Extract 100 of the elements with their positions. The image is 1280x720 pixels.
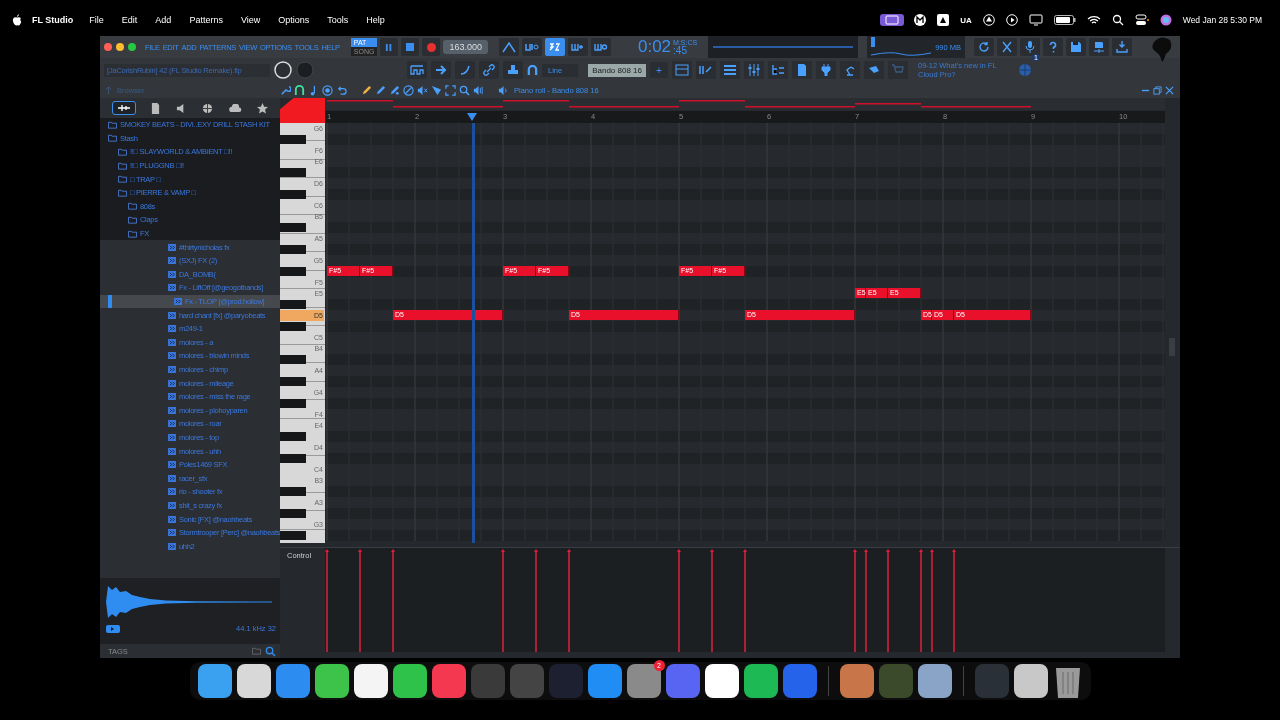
audio-file-icon	[168, 352, 176, 360]
menu-item[interactable]: File	[89, 15, 104, 25]
browser-tab[interactable]	[111, 101, 136, 115]
help-icon[interactable]	[1043, 38, 1064, 56]
note-color-swatch[interactable]	[280, 98, 325, 123]
pause-icon	[384, 42, 394, 52]
close-button[interactable]	[104, 43, 112, 51]
velocity-lane-drawing[interactable]	[325, 548, 1165, 652]
undo-icon[interactable]	[336, 84, 347, 96]
m-circle-icon[interactable]	[914, 14, 927, 26]
pattern-selector[interactable]: Bando 808 16	[588, 63, 646, 77]
link-icon[interactable]	[479, 61, 499, 79]
stop-button[interactable]	[401, 38, 420, 56]
cloud-icon[interactable]	[228, 103, 242, 113]
audio-file-icon	[168, 447, 176, 455]
audio-file-icon	[168, 393, 176, 401]
star-icon[interactable]	[257, 102, 269, 114]
channel-rack-icon[interactable]	[696, 61, 716, 79]
menu-item[interactable]: Patterns	[189, 15, 223, 25]
triangle-circle-icon[interactable]	[982, 14, 995, 26]
save-version-icon[interactable]	[1089, 38, 1110, 56]
minimize-button[interactable]	[116, 43, 124, 51]
apple-icon[interactable]	[12, 14, 22, 26]
zoom-button[interactable]	[128, 43, 136, 51]
audio-file-icon	[168, 488, 176, 496]
drive-icon[interactable]	[937, 14, 950, 26]
brush-icon[interactable]	[389, 84, 400, 96]
audio-file-icon	[168, 461, 176, 469]
restore-icon[interactable]	[1153, 85, 1162, 95]
screen-share-indicator[interactable]	[880, 14, 905, 26]
slide-icon[interactable]	[455, 61, 475, 79]
audio-file-icon	[168, 284, 176, 292]
wifi-icon[interactable]	[1086, 15, 1101, 25]
audio-file-icon	[174, 298, 182, 305]
play-button[interactable]	[380, 38, 399, 56]
playhead-marker[interactable]	[467, 113, 478, 121]
search-icon[interactable]	[1111, 14, 1124, 26]
app-name-menu[interactable]: FL Studio	[32, 15, 74, 25]
menu-item[interactable]: Options	[278, 15, 310, 25]
audio-file-icon	[168, 406, 176, 414]
audio-file-icon	[168, 433, 176, 441]
audio-file-icon	[168, 311, 176, 319]
audio-file-icon	[168, 338, 176, 346]
save-icon[interactable]	[1066, 38, 1087, 56]
menu-item[interactable]: View	[240, 15, 261, 25]
play-circle-icon[interactable]	[1005, 14, 1018, 26]
menu-item[interactable]: Edit	[121, 15, 138, 25]
export-icon[interactable]	[1112, 38, 1133, 56]
control-center-icon[interactable]	[1134, 14, 1149, 26]
cut-icon[interactable]	[997, 38, 1018, 56]
zoom-icon[interactable]	[459, 84, 470, 96]
pencil-icon[interactable]	[361, 84, 372, 96]
mute-icon[interactable]	[417, 84, 428, 96]
brush-icon[interactable]	[375, 84, 386, 96]
document-icon[interactable]	[792, 61, 812, 79]
tempo-display[interactable]: 163.000	[443, 40, 488, 54]
battery-icon[interactable]	[1053, 15, 1076, 25]
folder-tree-icon[interactable]	[768, 61, 788, 79]
keyboard-layout-indicator[interactable]: UA	[960, 15, 972, 25]
playlist-icon[interactable]	[407, 61, 427, 79]
wait-input-icon[interactable]	[521, 38, 542, 56]
arrow-right-icon[interactable]	[431, 61, 451, 79]
audio-file-icon	[168, 379, 176, 387]
speaker-icon[interactable]	[498, 84, 509, 96]
clock[interactable]: Wed Jan 28 5:30 PM	[1182, 15, 1262, 25]
countdown-icon[interactable]	[544, 38, 565, 56]
magnet-icon[interactable]	[527, 64, 538, 76]
menu-item[interactable]: Add	[155, 15, 172, 25]
metronome-icon[interactable]	[498, 38, 519, 56]
audio-file-icon	[168, 243, 176, 251]
audio-file-icon	[168, 325, 176, 333]
menu-item[interactable]: Tools	[327, 15, 349, 25]
audio-file-icon	[168, 529, 176, 537]
stamp-icon[interactable]	[503, 61, 523, 79]
play-icon[interactable]	[106, 624, 120, 633]
menu-item[interactable]: Help	[366, 15, 385, 25]
wrench-icon[interactable]	[280, 84, 291, 96]
refresh-icon[interactable]	[974, 38, 995, 56]
display-icon[interactable]	[1028, 14, 1043, 26]
microphone-icon[interactable]	[1020, 38, 1041, 56]
step-edit-icon[interactable]	[567, 38, 588, 56]
plug-icon[interactable]	[816, 61, 836, 79]
audio-file-icon	[168, 257, 176, 265]
prohibited-icon[interactable]	[403, 84, 414, 96]
record-button[interactable]	[422, 38, 441, 56]
close-icon[interactable]	[1165, 85, 1174, 95]
list-icon[interactable]	[720, 61, 740, 79]
mixer-icon[interactable]	[672, 61, 692, 79]
audio-file-icon	[168, 270, 176, 278]
speaker-icon[interactable]	[473, 84, 484, 96]
loop-record-icon[interactable]	[590, 38, 611, 56]
select-icon[interactable]	[445, 84, 456, 96]
audio-file-icon	[168, 366, 176, 373]
globe-icon[interactable]	[202, 102, 214, 114]
add-pattern-button[interactable]: +	[650, 62, 668, 78]
siri-icon[interactable]	[1159, 14, 1172, 26]
magnet-icon[interactable]	[294, 84, 305, 96]
sliders-icon[interactable]	[744, 61, 764, 79]
master-volume-knob[interactable]	[274, 61, 292, 79]
document-icon[interactable]	[151, 102, 161, 114]
